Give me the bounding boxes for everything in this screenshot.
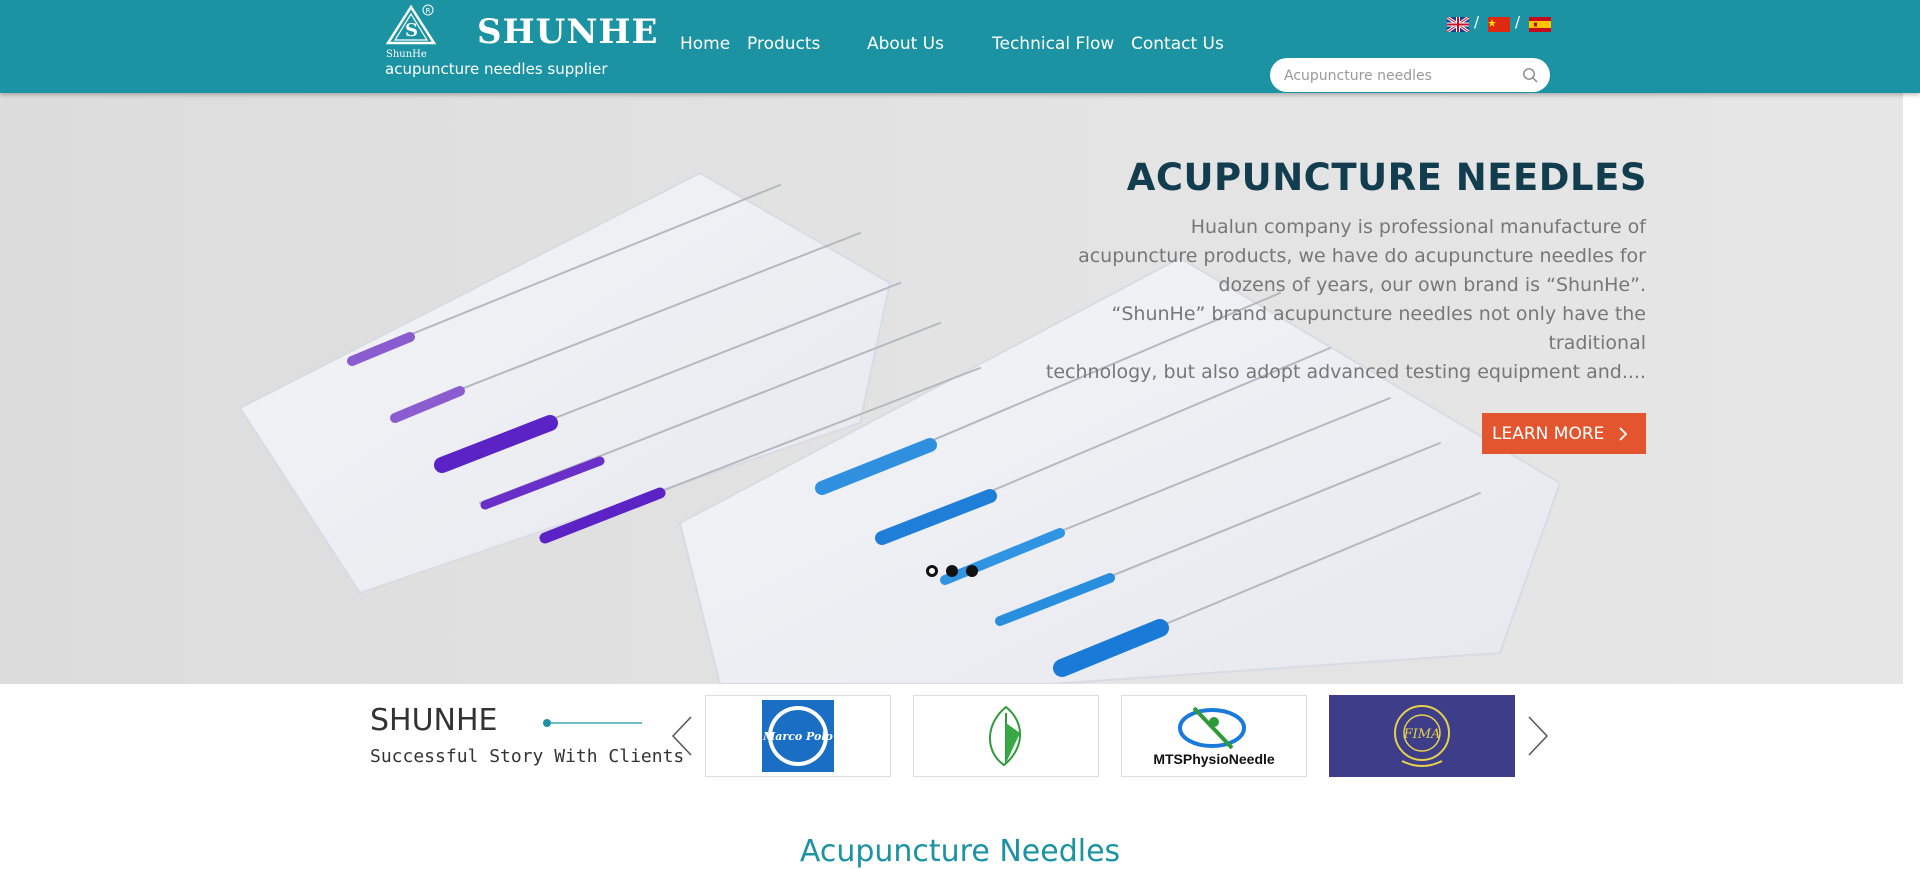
search-icon[interactable]	[1522, 67, 1538, 83]
fima-logo: FIMA	[1394, 705, 1450, 767]
clients-title-decoration	[543, 719, 642, 727]
nav-contact-us[interactable]: Contact Us	[1131, 34, 1224, 54]
search-box	[1270, 58, 1550, 92]
logo-subtext: ShunHe	[386, 49, 427, 60]
client-logo-fima[interactable]: FIMA	[1329, 695, 1515, 777]
nav-technical-flow[interactable]: Technical Flow	[992, 34, 1114, 54]
clients-subtitle: Successful Story With Clients	[370, 746, 685, 767]
shunhe-logo-icon[interactable]: S R ShunHe	[384, 3, 446, 61]
marco-polo-logo: Marco Polo	[762, 700, 834, 772]
search-input[interactable]	[1282, 64, 1506, 88]
leaf-logo	[989, 705, 1021, 767]
hero-banner: ACUPUNCTURE NEEDLES Hualun company is pr…	[0, 93, 1903, 684]
chevron-right-icon[interactable]	[1527, 715, 1549, 757]
learn-more-button[interactable]: LEARN MORE	[1482, 413, 1646, 454]
svg-text:R: R	[426, 7, 431, 15]
brand-name[interactable]: SHUNHE	[477, 12, 658, 52]
hero-description: Hualun company is professional manufactu…	[1030, 213, 1646, 387]
spain-flag-icon	[1529, 16, 1551, 32]
marco-polo-text: Marco Polo	[762, 730, 833, 743]
carousel-dot-2[interactable]	[946, 565, 958, 577]
chevron-left-icon[interactable]	[671, 715, 693, 757]
china-flag-icon	[1488, 16, 1510, 32]
hero-description-line: Hualun company is professional manufactu…	[1190, 216, 1646, 238]
hero-title: ACUPUNCTURE NEEDLES	[1126, 156, 1647, 199]
fima-text: FIMA	[1403, 727, 1441, 742]
site-header: S R ShunHe SHUNHE acupuncture needles su…	[0, 0, 1920, 93]
clients-title: SHUNHE	[370, 703, 498, 738]
client-logo-leaf[interactable]	[913, 695, 1099, 777]
nav-about-us[interactable]: About Us	[867, 34, 944, 54]
nav-home[interactable]: Home	[680, 34, 730, 54]
lang-separator: /	[1474, 13, 1480, 31]
client-logo-mtsphysioneedle[interactable]: MTSPhysioNeedle	[1121, 695, 1307, 777]
hero-description-line: “ShunHe” brand acupuncture needles not o…	[1111, 303, 1647, 354]
hero-description-line: dozens of years, our own brand is “ShunH…	[1218, 274, 1646, 296]
lang-chinese[interactable]	[1488, 16, 1510, 32]
mtsphysioneedle-text: MTSPhysioNeedle	[1153, 751, 1275, 767]
lang-separator: /	[1515, 13, 1521, 31]
chevron-right-icon	[1619, 426, 1628, 441]
mtsphysioneedle-logo: MTSPhysioNeedle	[1153, 706, 1275, 767]
client-logo-marco-polo[interactable]: Marco Polo	[705, 695, 891, 777]
carousel-dot-3[interactable]	[966, 565, 978, 577]
uk-flag-icon	[1447, 16, 1469, 32]
tagline: acupuncture needles supplier	[385, 60, 608, 78]
hero-description-line: acupuncture products, we have do acupunc…	[1078, 245, 1646, 267]
lang-spanish[interactable]	[1529, 16, 1551, 32]
svg-text:S: S	[405, 20, 418, 41]
learn-more-label: LEARN MORE	[1492, 423, 1605, 444]
lang-english[interactable]	[1447, 16, 1469, 32]
carousel-dots	[926, 565, 978, 577]
nav-products[interactable]: Products	[747, 34, 820, 54]
carousel-dot-1[interactable]	[926, 565, 938, 577]
hero-description-line: technology, but also adopt advanced test…	[1045, 361, 1646, 383]
